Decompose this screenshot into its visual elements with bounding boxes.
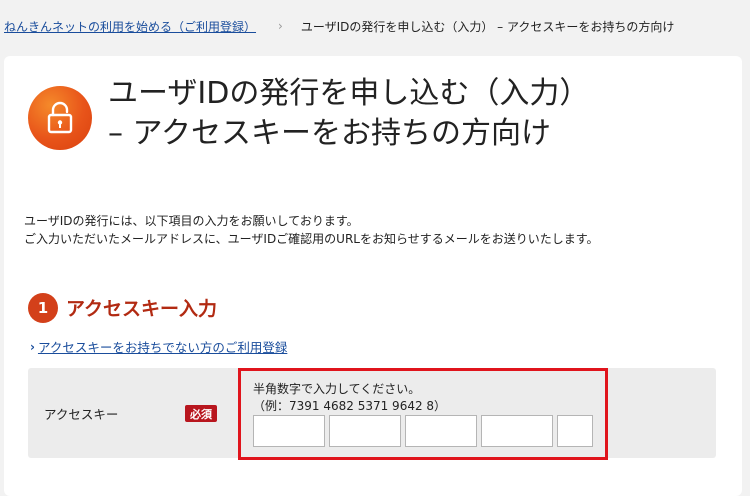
chevron-right-icon: › <box>30 339 35 354</box>
step-number-badge: 1 <box>28 293 58 323</box>
access-key-hint: 半角数字で入力してください。 （例：7391 4682 5371 9642 8） <box>253 381 446 415</box>
page-title: ユーザIDの発行を申し込む（入力） – アクセスキーをお持ちの方向け <box>108 74 589 154</box>
access-key-input-3[interactable] <box>405 415 477 447</box>
required-badge: 必須 <box>185 405 217 422</box>
intro-line2: ご入力いただいたメールアドレスに、ユーザIDご確認用のURLをお知らせするメール… <box>24 232 599 246</box>
access-key-input-2[interactable] <box>329 415 401 447</box>
access-key-hint-line2: （例：7391 4682 5371 9642 8） <box>253 399 447 413</box>
main-card: ユーザIDの発行を申し込む（入力） – アクセスキーをお持ちの方向け ユーザID… <box>4 56 742 496</box>
page-title-line1: ユーザIDの発行を申し込む（入力） <box>108 76 590 111</box>
breadcrumb-current: ユーザIDの発行を申し込む（入力） – アクセスキーをお持ちの方向け <box>300 19 675 34</box>
breadcrumb: ねんきんネットの利用を始める（ご利用登録） › ユーザIDの発行を申し込む（入力… <box>0 0 750 52</box>
no-access-key-link-label[interactable]: アクセスキーをお持ちでない方のご利用登録 <box>38 337 287 356</box>
no-access-key-link[interactable]: › アクセスキーをお持ちでない方のご利用登録 <box>30 337 287 356</box>
access-key-input-group: 半角数字で入力してください。 （例：7391 4682 5371 9642 8） <box>238 368 608 460</box>
page-title-line2: – アクセスキーをお持ちの方向け <box>108 116 552 151</box>
unlock-icon <box>28 86 92 150</box>
access-key-hint-line1: 半角数字で入力してください。 <box>253 382 421 396</box>
intro-line1: ユーザIDの発行には、以下項目の入力をお願いしております。 <box>24 214 359 228</box>
step-title: アクセスキー入力 <box>66 298 218 320</box>
access-key-label: アクセスキー <box>44 407 119 422</box>
breadcrumb-separator: › <box>278 19 283 33</box>
access-key-input-5[interactable] <box>557 415 593 447</box>
access-key-form-row: アクセスキー 必須 半角数字で入力してください。 （例：7391 4682 53… <box>28 368 716 460</box>
access-key-input-4[interactable] <box>481 415 553 447</box>
breadcrumb-link-registration[interactable]: ねんきんネットの利用を始める（ご利用登録） <box>4 18 256 35</box>
intro-text: ユーザIDの発行には、以下項目の入力をお願いしております。 ご入力いただいたメー… <box>24 212 599 248</box>
access-key-input-1[interactable] <box>253 415 325 447</box>
